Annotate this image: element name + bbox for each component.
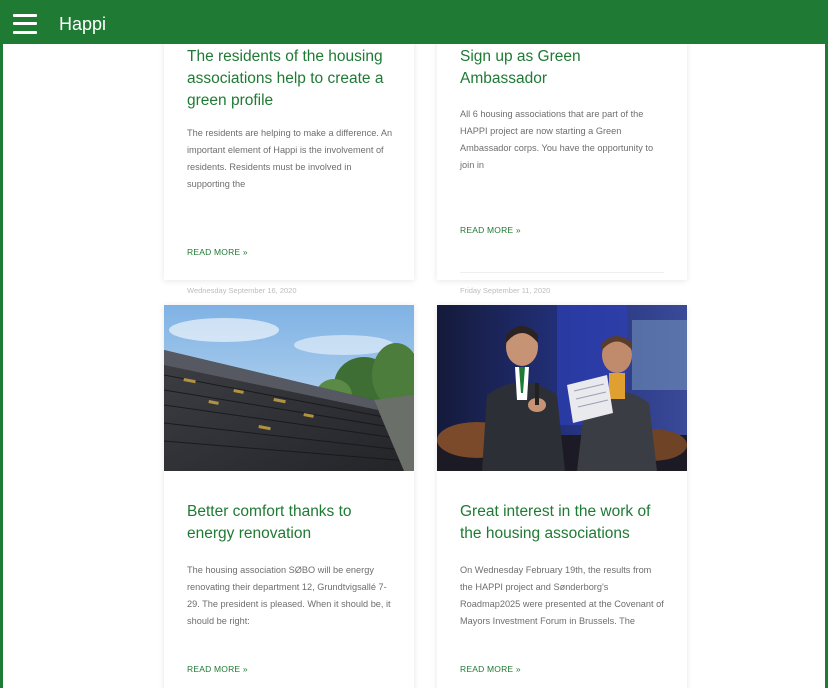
- read-more-link[interactable]: READ MORE »: [187, 664, 248, 674]
- read-more-link[interactable]: READ MORE »: [460, 664, 521, 674]
- roof-photo-svg: [164, 305, 414, 471]
- roof-photo-icon[interactable]: [164, 305, 414, 471]
- news-card-energy-renovation: Better comfort thanks to energy renovati…: [164, 305, 414, 688]
- card-excerpt: On Wednesday February 19th, the results …: [460, 565, 664, 626]
- news-card-housing-associations: Great interest in the work of the housin…: [437, 305, 687, 688]
- card-title[interactable]: Sign up as Green Ambassador: [460, 46, 670, 90]
- news-card-green-ambassador: Sign up as Green Ambassador All 6 housin…: [437, 30, 687, 295]
- top-bar: Happi: [3, 0, 825, 44]
- card-divider: [460, 272, 664, 273]
- card-title[interactable]: The residents of the housing association…: [187, 46, 397, 112]
- page-frame: Happi The residents of the housing assoc…: [0, 0, 828, 688]
- card-excerpt: The residents are helping to make a diff…: [187, 128, 393, 189]
- read-more-link[interactable]: READ MORE »: [460, 225, 521, 235]
- card-date: Friday September 11, 2020: [460, 286, 551, 295]
- card-title[interactable]: Great interest in the work of the housin…: [460, 501, 670, 545]
- card-excerpt: All 6 housing associations that are part…: [460, 109, 654, 170]
- read-more-link[interactable]: READ MORE »: [187, 247, 248, 257]
- card-excerpt: The housing association SØBO will be ene…: [187, 565, 391, 626]
- hamburger-line: [13, 22, 37, 25]
- hamburger-line: [13, 13, 37, 17]
- card-title[interactable]: Better comfort thanks to energy renovati…: [187, 501, 397, 545]
- news-card-residents: The residents of the housing association…: [164, 30, 414, 295]
- conference-photo-icon[interactable]: [437, 305, 687, 471]
- hamburger-line: [13, 30, 37, 34]
- hamburger-menu-icon[interactable]: [13, 13, 37, 34]
- conference-photo-svg: [437, 305, 687, 471]
- brand-name[interactable]: Happi: [59, 15, 106, 33]
- card-date: Wednesday September 16, 2020: [187, 286, 297, 295]
